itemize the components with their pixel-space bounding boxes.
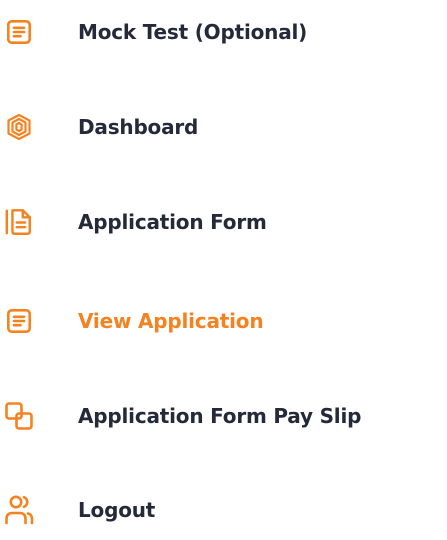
document-list-icon xyxy=(4,17,34,47)
menu-item-label: Dashboard xyxy=(78,115,199,139)
pay-slip-icon xyxy=(4,401,34,431)
menu-item-pay-slip[interactable]: Application Form Pay Slip xyxy=(0,386,447,446)
menu-item-mock-test[interactable]: Mock Test (Optional) xyxy=(0,2,447,62)
menu-item-label: View Application xyxy=(78,309,264,333)
menu-item-label: Application Form Pay Slip xyxy=(78,404,362,428)
sidebar-menu: Mock Test (Optional) Dashboard Applicati… xyxy=(0,0,447,528)
menu-item-logout[interactable]: Logout xyxy=(0,480,447,540)
menu-item-view-application[interactable]: View Application xyxy=(0,291,447,351)
user-logout-icon xyxy=(4,495,34,525)
menu-item-label: Logout xyxy=(78,498,156,522)
application-form-icon xyxy=(4,207,34,237)
menu-item-dashboard[interactable]: Dashboard xyxy=(0,97,447,157)
dashboard-shield-icon xyxy=(4,112,34,142)
menu-item-application-form[interactable]: Application Form xyxy=(0,192,447,252)
document-list-icon xyxy=(4,306,34,336)
menu-item-label: Application Form xyxy=(78,210,267,234)
menu-item-label: Mock Test (Optional) xyxy=(78,20,308,44)
